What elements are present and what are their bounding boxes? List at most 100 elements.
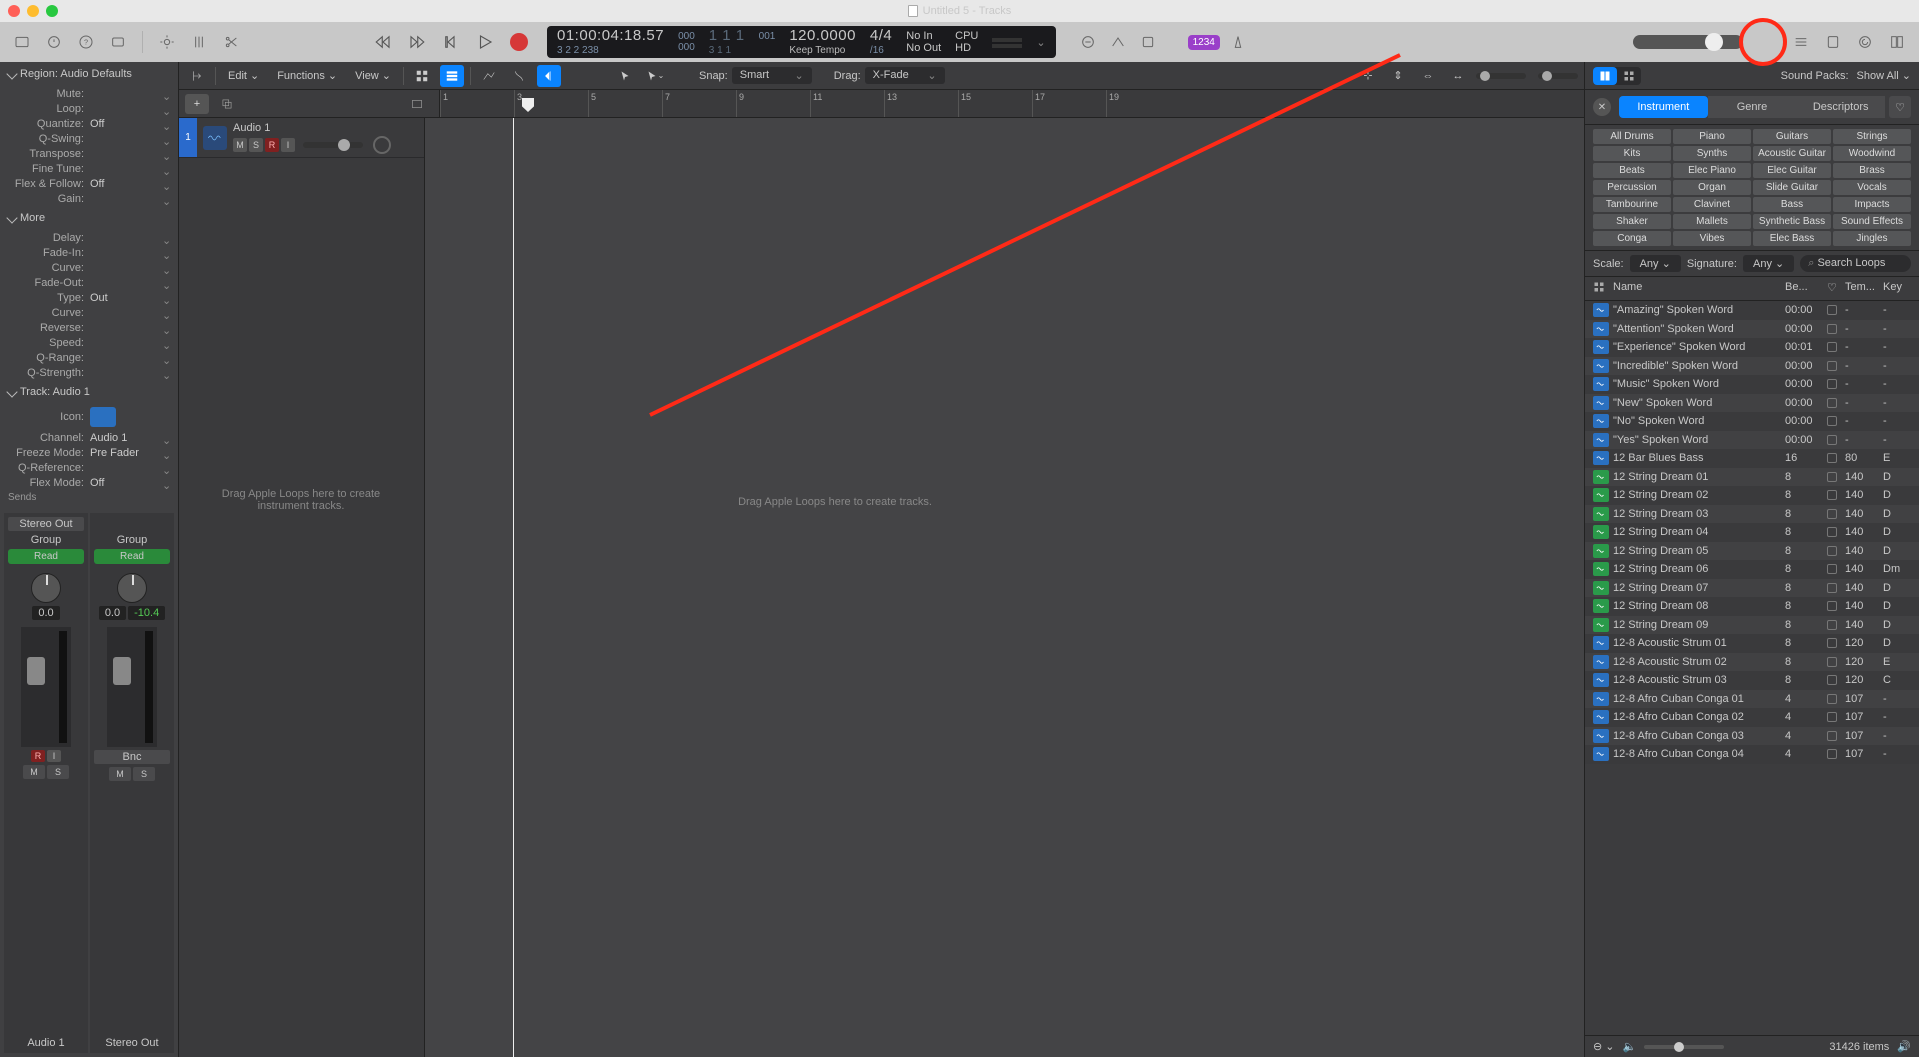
cycle-button[interactable] — [1076, 30, 1100, 54]
loop-row[interactable]: "Amazing" Spoken Word00:00-- — [1585, 301, 1919, 320]
inspector-row[interactable]: Curve:⌄ — [0, 305, 178, 320]
favorite-checkbox[interactable] — [1827, 657, 1837, 667]
h-zoom-slider[interactable] — [1476, 73, 1526, 79]
waveform-icon[interactable]: ⊹ — [1356, 65, 1380, 87]
signature-select[interactable]: Any ⌄ — [1743, 255, 1794, 272]
inspector-row[interactable]: Transpose:⌄ — [0, 146, 178, 161]
loop-row[interactable]: "Yes" Spoken Word00:00-- — [1585, 431, 1919, 450]
inspector-row[interactable]: Fade-Out:⌄ — [0, 275, 178, 290]
flex-icon[interactable] — [507, 65, 531, 87]
duplicate-track-button[interactable] — [215, 94, 239, 114]
master-volume-slider[interactable] — [1633, 35, 1743, 49]
loop-row[interactable]: "New" Spoken Word00:00-- — [1585, 394, 1919, 413]
loop-view-toggle[interactable] — [1593, 67, 1641, 85]
favorite-checkbox[interactable] — [1827, 435, 1837, 445]
mute-button[interactable]: M — [23, 765, 45, 779]
lcd-display[interactable]: 01:00:04:18.573 2 2 238 000000 1 1 13 1 … — [547, 26, 1056, 58]
loop-row[interactable]: 12-8 Afro Cuban Conga 024107- — [1585, 708, 1919, 727]
favorite-checkbox[interactable] — [1827, 731, 1837, 741]
record-button[interactable] — [507, 30, 531, 54]
more-header[interactable]: More — [0, 206, 178, 230]
category-button[interactable]: Beats — [1593, 163, 1671, 178]
bar-ruler[interactable]: 135791113151719 — [439, 90, 1584, 117]
inspector-row[interactable]: Mute:⌄ — [0, 86, 178, 101]
favorite-checkbox[interactable] — [1827, 361, 1837, 371]
inspector-row[interactable]: Delay:⌄ — [0, 230, 178, 245]
volume-fader[interactable] — [107, 627, 157, 747]
sound-packs-select[interactable]: Show All ⌄ — [1857, 69, 1911, 82]
region-header[interactable]: Region: Audio Defaults — [0, 62, 178, 86]
add-track-button[interactable]: + — [185, 94, 209, 114]
favorite-checkbox[interactable] — [1827, 398, 1837, 408]
stop-button[interactable] — [439, 30, 463, 54]
edit-menu[interactable]: Edit⌄ — [222, 69, 265, 82]
v-zoom-slider[interactable] — [1538, 73, 1578, 79]
zoom-window[interactable] — [46, 5, 58, 17]
playhead[interactable] — [522, 98, 534, 112]
automation-icon[interactable] — [477, 65, 501, 87]
category-button[interactable]: Brass — [1833, 163, 1911, 178]
pan-knob[interactable] — [117, 573, 147, 603]
favorite-checkbox[interactable] — [1827, 749, 1837, 759]
category-button[interactable]: Synthetic Bass — [1753, 214, 1831, 229]
toolbar-button[interactable] — [106, 30, 130, 54]
category-button[interactable]: Slide Guitar — [1753, 180, 1831, 195]
favorite-checkbox[interactable] — [1827, 638, 1837, 648]
track-pan-knob[interactable] — [373, 136, 391, 154]
global-tracks-button[interactable] — [405, 94, 429, 114]
loop-columns-header[interactable]: Name Be... ♡ Tem... Key — [1585, 277, 1919, 301]
channel-strip[interactable]: Stereo OutGroupRead0.0RIMSAudio 1 — [4, 513, 88, 1053]
inspector-row[interactable]: Speed:⌄ — [0, 335, 178, 350]
automation-read-button[interactable]: Read — [94, 549, 170, 564]
loop-row[interactable]: 12 String Dream 078140D — [1585, 579, 1919, 598]
functions-menu[interactable]: Functions⌄ — [271, 69, 343, 82]
mute-button[interactable]: M — [233, 138, 247, 152]
snap-select[interactable]: Smart ⌄ — [732, 67, 812, 84]
inspector-row[interactable]: Freeze Mode:Pre Fader⌄ — [0, 445, 178, 460]
inspector-row[interactable]: Type:Out⌄ — [0, 290, 178, 305]
record-enable-button[interactable]: R — [265, 138, 279, 152]
favorite-checkbox[interactable] — [1827, 379, 1837, 389]
favorite-checkbox[interactable] — [1827, 472, 1837, 482]
category-button[interactable]: Synths — [1673, 146, 1751, 161]
arrow-icon[interactable] — [185, 65, 209, 87]
sun-icon[interactable] — [155, 30, 179, 54]
count-in-button[interactable] — [1136, 30, 1160, 54]
tab-genre[interactable]: Genre — [1708, 96, 1797, 118]
inspector-row[interactable]: Channel:Audio 1⌄ — [0, 430, 178, 445]
category-button[interactable]: Guitars — [1753, 129, 1831, 144]
favorite-checkbox[interactable] — [1827, 509, 1837, 519]
favorite-checkbox[interactable] — [1827, 712, 1837, 722]
tab-descriptors[interactable]: Descriptors — [1796, 96, 1885, 118]
category-button[interactable]: Clavinet — [1673, 197, 1751, 212]
inspector-row[interactable]: Flex Mode:Off⌄ — [0, 475, 178, 490]
favorite-checkbox[interactable] — [1827, 416, 1837, 426]
category-button[interactable]: Piano — [1673, 129, 1751, 144]
category-button[interactable]: Jingles — [1833, 231, 1911, 246]
loop-row[interactable]: "Attention" Spoken Word00:00-- — [1585, 320, 1919, 339]
category-button[interactable]: Shaker — [1593, 214, 1671, 229]
solo-button[interactable]: S — [249, 138, 263, 152]
loop-row[interactable]: 12 String Dream 018140D — [1585, 468, 1919, 487]
inspector-row[interactable]: Fine Tune:⌄ — [0, 161, 178, 176]
loop-row[interactable]: 12 String Dream 038140D — [1585, 505, 1919, 524]
loop-browser-button[interactable] — [1853, 30, 1877, 54]
category-button[interactable]: Bass — [1753, 197, 1831, 212]
automation-read-button[interactable]: Read — [8, 549, 84, 564]
category-button[interactable]: Woodwind — [1833, 146, 1911, 161]
zoom-h-icon[interactable]: ↔ — [1446, 65, 1470, 87]
favorite-checkbox[interactable] — [1827, 694, 1837, 704]
favorites-button[interactable]: ♡ — [1889, 96, 1911, 118]
favorite-checkbox[interactable] — [1827, 490, 1837, 500]
drag-select[interactable]: X-Fade ⌄ — [865, 67, 945, 84]
category-button[interactable]: Elec Bass — [1753, 231, 1831, 246]
inspector-button[interactable] — [42, 30, 66, 54]
category-button[interactable]: Vocals — [1833, 180, 1911, 195]
loop-row[interactable]: "Music" Spoken Word00:00-- — [1585, 375, 1919, 394]
list-editors-button[interactable] — [1789, 30, 1813, 54]
category-button[interactable]: All Drums — [1593, 129, 1671, 144]
scale-select[interactable]: Any ⌄ — [1630, 255, 1681, 272]
mute-button[interactable]: M — [109, 767, 131, 781]
preview-volume-slider[interactable] — [1644, 1045, 1724, 1049]
play-button[interactable] — [473, 30, 497, 54]
